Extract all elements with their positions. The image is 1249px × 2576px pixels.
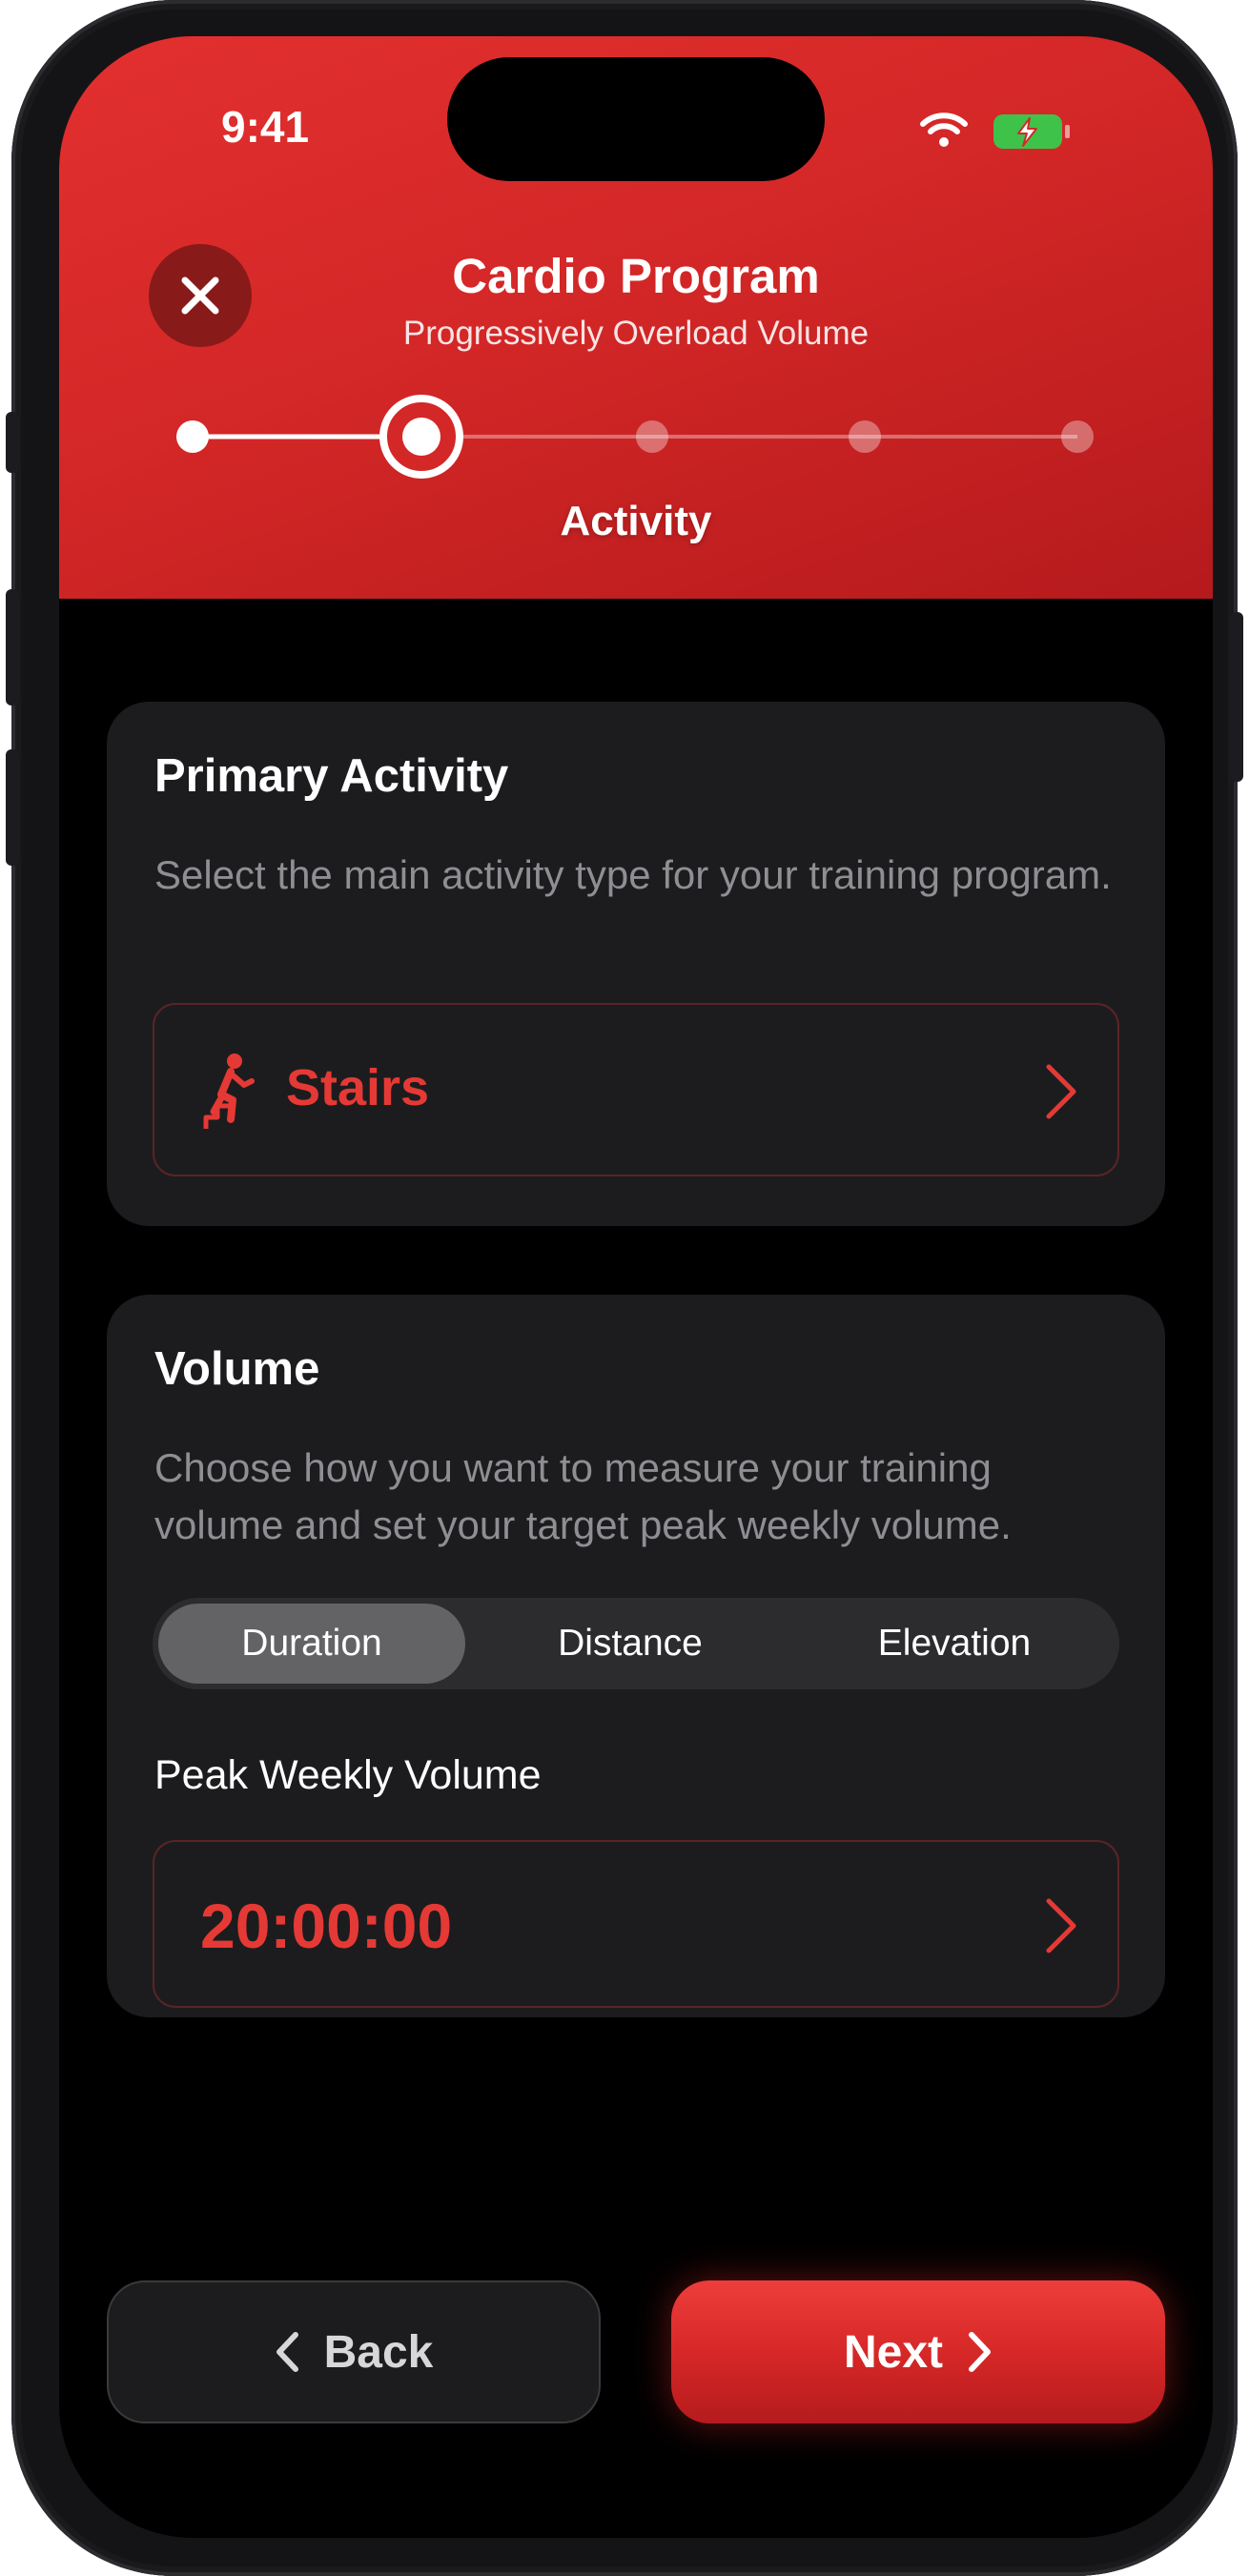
screen: 9:41 Cardio Program Progressively Overlo… <box>59 36 1213 2538</box>
power-button <box>1230 612 1243 782</box>
wifi-icon <box>920 112 968 147</box>
chevron-right-icon <box>969 2332 992 2372</box>
primary-activity-description: Select the main activity type for your t… <box>154 852 1112 897</box>
volume-up-button <box>6 589 19 705</box>
dynamic-island <box>447 57 825 181</box>
segment-duration[interactable]: Duration <box>158 1604 465 1684</box>
volume-title: Volume <box>154 1343 320 1395</box>
activity-selector[interactable]: Stairs <box>153 1003 1119 1176</box>
step-dot-5 <box>1061 420 1094 453</box>
page-title: Cardio Program <box>452 249 820 303</box>
status-time: 9:41 <box>221 102 310 152</box>
selected-activity-value: Stairs <box>286 1059 430 1116</box>
volume-card: Volume Choose how you want to measure yo… <box>107 1295 1165 2017</box>
phone-frame: 9:41 Cardio Program Progressively Overlo… <box>6 0 1243 2576</box>
back-button[interactable]: Back <box>107 2280 601 2423</box>
stairs-climber-icon <box>203 1053 255 1129</box>
segment-elevation[interactable]: Elevation <box>795 1604 1114 1684</box>
peak-weekly-volume-selector[interactable]: 20:00:00 <box>153 1840 1119 2008</box>
header: 9:41 Cardio Program Progressively Overlo… <box>59 36 1213 599</box>
volume-down-button <box>6 749 19 866</box>
step-dot-4 <box>849 420 881 453</box>
volume-description: Choose how you want to measure your trai… <box>154 1445 1012 1547</box>
primary-activity-card: Primary Activity Select the main activit… <box>107 702 1165 1226</box>
chevron-left-icon <box>276 2332 298 2372</box>
step-dot-3 <box>636 420 668 453</box>
segment-distance[interactable]: Distance <box>473 1604 788 1684</box>
chevron-right-icon <box>1046 1064 1076 1119</box>
progress-stepper <box>176 395 1094 479</box>
back-button-label: Back <box>323 2326 434 2378</box>
battery-charging-icon <box>993 114 1070 149</box>
next-button-label: Next <box>843 2326 944 2378</box>
action-button <box>6 412 19 473</box>
step-dot-1 <box>176 420 209 453</box>
volume-metric-segmented-control: Duration Distance Elevation <box>153 1598 1119 1689</box>
next-button[interactable]: Next <box>671 2280 1165 2423</box>
peak-weekly-volume-label: Peak Weekly Volume <box>154 1752 542 1798</box>
page-subtitle: Progressively Overload Volume <box>402 315 870 352</box>
peak-weekly-volume-value: 20:00:00 <box>200 1891 453 1961</box>
current-step-label: Activity <box>560 498 712 544</box>
step-dot-2-inner <box>402 418 440 456</box>
chevron-right-icon <box>1046 1898 1076 1953</box>
primary-activity-title: Primary Activity <box>154 750 509 802</box>
